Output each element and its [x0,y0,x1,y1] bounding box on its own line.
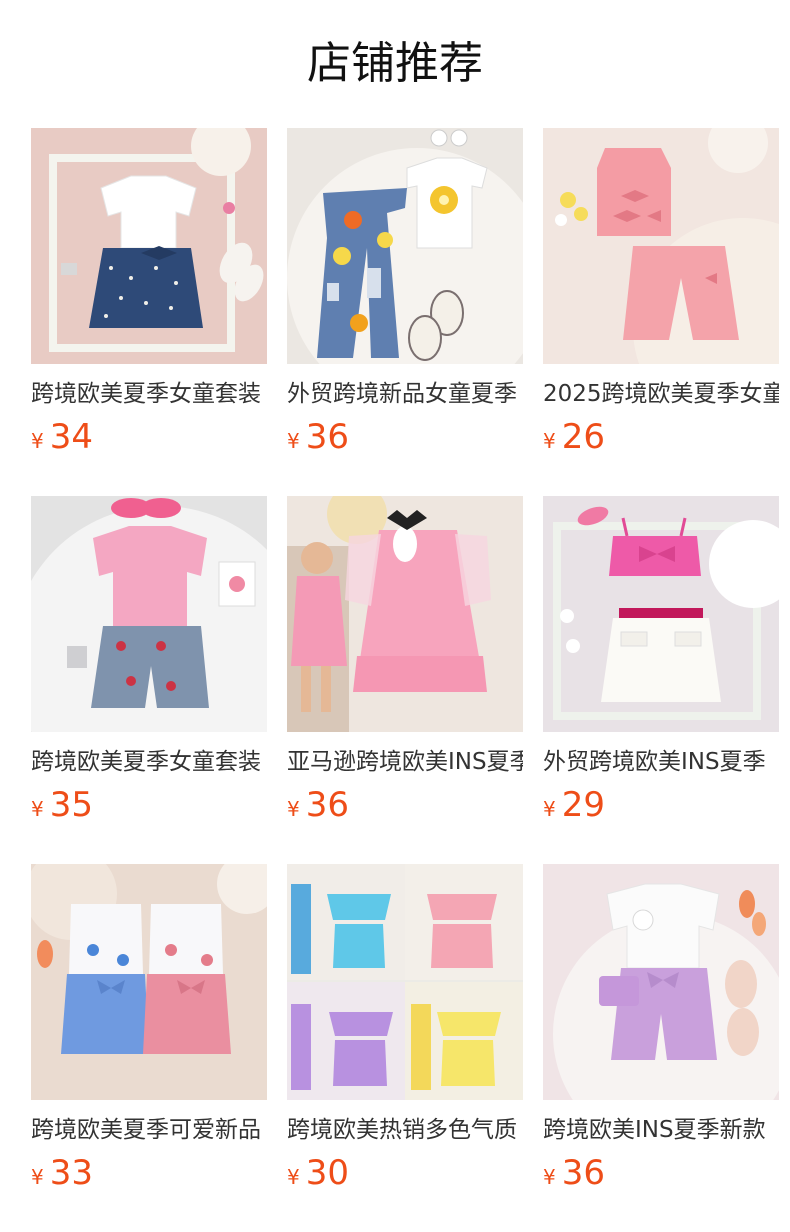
product-card[interactable]: 跨境欧美夏季女童套装 ¥34 [31,128,267,458]
product-image[interactable] [543,864,779,1100]
product-price: ¥26 [543,416,605,458]
currency-symbol: ¥ [31,797,44,821]
price-value: 30 [305,1153,349,1193]
currency-symbol: ¥ [543,1165,556,1189]
product-image[interactable] [31,128,267,364]
product-price: ¥35 [31,784,93,826]
currency-symbol: ¥ [287,797,300,821]
product-image[interactable] [31,864,267,1100]
product-price: ¥34 [31,416,93,458]
currency-symbol: ¥ [543,797,556,821]
product-name[interactable]: 跨境欧美夏季女童套装 [31,746,267,778]
price-value: 33 [49,1153,93,1193]
product-card[interactable]: 2025跨境欧美夏季女童 ¥26 [543,128,779,458]
price-value: 29 [561,785,605,825]
product-image[interactable] [287,864,523,1100]
product-image[interactable] [287,128,523,364]
product-price: ¥36 [543,1152,605,1194]
price-value: 35 [49,785,93,825]
product-price: ¥36 [287,416,349,458]
product-card[interactable]: 跨境欧美夏季女童套装 ¥35 [31,496,267,826]
product-name[interactable]: 外贸跨境欧美INS夏季 [543,746,779,778]
product-price: ¥36 [287,784,349,826]
product-image[interactable] [287,496,523,732]
product-name[interactable]: 跨境欧美夏季可爱新品 [31,1114,267,1146]
product-name[interactable]: 跨境欧美热销多色气质 [287,1114,523,1146]
product-name[interactable]: 亚马逊跨境欧美INS夏季 [287,746,523,778]
price-value: 34 [49,417,93,457]
price-value: 36 [305,785,349,825]
product-name[interactable]: 跨境欧美夏季女童套装 [31,378,267,410]
price-value: 26 [561,417,605,457]
currency-symbol: ¥ [31,429,44,453]
product-card[interactable]: 跨境欧美INS夏季新款 ¥36 [543,864,779,1194]
product-price: ¥29 [543,784,605,826]
currency-symbol: ¥ [287,429,300,453]
currency-symbol: ¥ [543,429,556,453]
page-title: 店铺推荐 [307,38,483,89]
currency-symbol: ¥ [287,1165,300,1189]
product-name[interactable]: 跨境欧美INS夏季新款 [543,1114,779,1146]
product-card[interactable]: 外贸跨境新品女童夏季 ¥36 [287,128,523,458]
currency-symbol: ¥ [31,1165,44,1189]
price-value: 36 [305,417,349,457]
product-image[interactable] [31,496,267,732]
product-card[interactable]: 跨境欧美夏季可爱新品 ¥33 [31,864,267,1194]
product-card[interactable]: 跨境欧美热销多色气质 ¥30 [287,864,523,1194]
product-price: ¥30 [287,1152,349,1194]
product-name[interactable]: 外贸跨境新品女童夏季 [287,378,523,410]
product-image[interactable] [543,128,779,364]
price-value: 36 [561,1153,605,1193]
product-card[interactable]: 外贸跨境欧美INS夏季 ¥29 [543,496,779,826]
product-card[interactable]: 亚马逊跨境欧美INS夏季 ¥36 [287,496,523,826]
product-name[interactable]: 2025跨境欧美夏季女童 [543,378,779,410]
product-price: ¥33 [31,1152,93,1194]
product-image[interactable] [543,496,779,732]
